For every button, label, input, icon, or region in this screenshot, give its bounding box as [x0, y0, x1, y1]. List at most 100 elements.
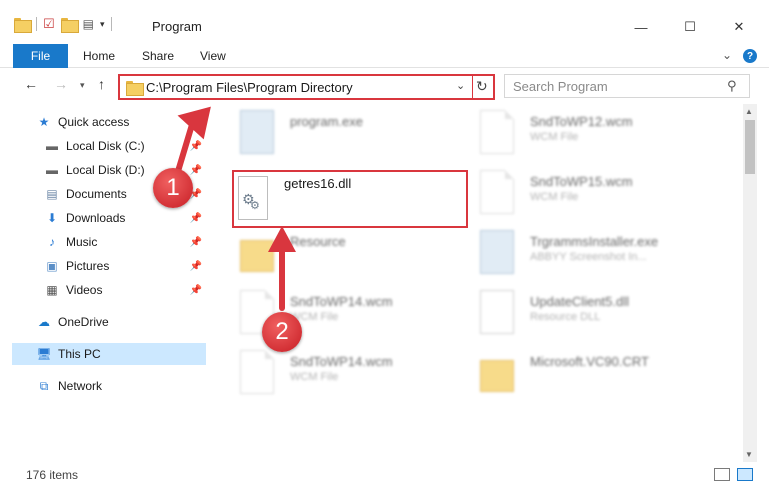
step-2-badge: 2	[262, 312, 302, 352]
file-type: WCM File	[530, 131, 579, 143]
search-icon[interactable]: ⚲	[727, 78, 737, 94]
properties-icon[interactable]: ☑	[43, 16, 55, 32]
window-title: Program	[152, 19, 202, 34]
file-item[interactable]: Resource	[232, 226, 472, 284]
file-name: Resource	[290, 234, 346, 249]
file-item[interactable]: SndToWP14.wcm WCM File	[232, 346, 472, 404]
tab-share[interactable]: Share	[142, 44, 174, 68]
address-path[interactable]: C:\Program Files\Program Directory	[146, 80, 353, 95]
scrollbar-thumb[interactable]	[745, 120, 755, 174]
file-name: SndToWP14.wcm	[290, 294, 393, 309]
large-icons-view-icon[interactable]	[737, 468, 753, 481]
tab-home[interactable]: Home	[83, 44, 115, 68]
file-type: Resource DLL	[530, 311, 601, 323]
pin-icon[interactable]: 📌	[190, 165, 202, 176]
nav-item-local-disk-c[interactable]: ▬ Local Disk (C:) 📌	[44, 135, 206, 157]
maximize-button[interactable]: ☐	[667, 12, 713, 42]
up-arrow-icon[interactable]: ↑	[98, 76, 105, 92]
installer-icon	[480, 230, 514, 274]
new-folder-icon[interactable]	[60, 17, 79, 33]
nav-item-downloads[interactable]: ⬇ Downloads 📌	[44, 207, 206, 229]
nav-item-videos[interactable]: ▦ Videos 📌	[44, 279, 206, 301]
nav-item-label: Quick access	[58, 115, 130, 129]
address-dropdown-icon[interactable]: ⌄	[456, 79, 465, 92]
nav-item-label: Pictures	[66, 259, 110, 273]
videos-icon: ▦	[46, 283, 58, 297]
minimize-button[interactable]: —	[618, 12, 664, 42]
tab-file[interactable]: File	[13, 44, 68, 68]
pin-icon[interactable]: 📌	[190, 261, 202, 272]
file-name: UpdateClient5.dll	[530, 294, 630, 309]
gear-icon: ⚙	[250, 200, 260, 212]
navigation-bar: ← → ▾ ↑ C:\Program Files\Program Directo…	[0, 68, 769, 104]
refresh-icon[interactable]: ↻	[476, 78, 488, 95]
toolbar-separator	[110, 17, 112, 31]
nav-item-label: Videos	[66, 283, 103, 297]
view-options-icon[interactable]: ▤	[83, 17, 94, 31]
navigation-pane: ★ Quick access ▬ Local Disk (C:) 📌 ▬ Loc…	[0, 104, 212, 462]
dll-file-icon	[480, 290, 514, 334]
star-icon: ★	[38, 115, 50, 129]
tab-view[interactable]: View	[200, 44, 226, 68]
file-type: WCM File	[290, 371, 339, 383]
search-placeholder: Search Program	[513, 79, 608, 94]
pin-icon[interactable]: 📌	[190, 237, 202, 248]
file-item[interactable]: UpdateClient5.dll Resource DLL	[472, 286, 712, 344]
pin-icon[interactable]: 📌	[190, 141, 202, 152]
expand-ribbon-button[interactable]: ⌄	[722, 48, 732, 62]
file-item[interactable]: program.exe	[232, 106, 472, 164]
address-folder-icon	[126, 81, 144, 96]
nav-item-label: Music	[66, 235, 98, 249]
help-icon[interactable]: ?	[743, 49, 757, 63]
address-separator	[472, 76, 473, 98]
title-bar: ☑ ▤ ▾ Program — ☐ ✕	[0, 0, 769, 44]
step-1-badge: 1	[153, 168, 193, 208]
drive-icon: ▬	[46, 139, 58, 153]
nav-item-onedrive[interactable]: ☁ OneDrive	[36, 311, 206, 333]
toolbar-separator	[36, 17, 37, 31]
nav-item-this-pc[interactable]: 🖥 This PC	[12, 343, 206, 365]
nav-item-network[interactable]: ⧉ Network	[36, 375, 206, 397]
documents-icon: ▤	[46, 187, 58, 201]
recent-locations-icon[interactable]: ▾	[80, 80, 85, 91]
customize-toolbar-icon[interactable]: ▾	[100, 19, 105, 30]
status-bar: 176 items	[0, 462, 769, 488]
back-arrow-icon[interactable]: ←	[24, 76, 38, 92]
details-view-icon[interactable]	[714, 468, 730, 481]
scroll-down-arrow-icon[interactable]: ▼	[745, 450, 753, 459]
file-name: program.exe	[290, 114, 363, 129]
file-type: WCM File	[530, 191, 579, 203]
search-box[interactable]: Search Program ⚲	[504, 74, 750, 98]
file-item[interactable]: Microsoft.VC90.CRT	[472, 346, 712, 404]
file-name: SndToWP15.wcm	[530, 174, 633, 189]
nav-item-pictures[interactable]: ▣ Pictures 📌	[44, 255, 206, 277]
file-list: program.exe SndToWP12.wcm WCM File SndTo…	[212, 104, 743, 462]
nav-item-quick-access[interactable]: ★ Quick access	[36, 111, 230, 133]
forward-arrow-icon[interactable]: →	[54, 76, 68, 92]
scroll-up-arrow-icon[interactable]: ▲	[745, 107, 753, 116]
file-name: getres16.dll	[284, 176, 352, 191]
ribbon-tabs: File Home Share View ⌄ ?	[0, 44, 769, 68]
address-bar[interactable]: C:\Program Files\Program Directory ⌄ ↻	[118, 74, 495, 100]
pin-icon[interactable]: 📌	[190, 285, 202, 296]
network-icon: ⧉	[39, 378, 49, 393]
nav-item-label: Local Disk (C:)	[66, 139, 145, 153]
file-item[interactable]: TrgrammsInstaller.exe ABBYY Screenshot I…	[472, 226, 712, 284]
file-name: Microsoft.VC90.CRT	[530, 354, 649, 369]
highlighted-file-item[interactable]: ⚙ ⚙ getres16.dll	[232, 170, 468, 228]
pin-icon[interactable]: 📌	[190, 213, 202, 224]
file-name: SndToWP12.wcm	[530, 114, 633, 129]
document-file-icon	[240, 350, 274, 394]
vertical-scrollbar[interactable]: ▲ ▼	[743, 104, 757, 462]
nav-item-music[interactable]: ♪ Music 📌	[44, 231, 206, 253]
folder-icon[interactable]	[14, 17, 32, 33]
folder-icon	[480, 360, 514, 392]
document-file-icon	[480, 110, 514, 154]
file-item[interactable]: SndToWP15.wcm WCM File	[472, 166, 712, 224]
music-icon: ♪	[49, 235, 55, 249]
file-item[interactable]: SndToWP12.wcm WCM File	[472, 106, 712, 164]
close-button[interactable]: ✕	[716, 12, 762, 42]
nav-item-label: Documents	[66, 187, 127, 201]
nav-item-label: This PC	[58, 347, 101, 361]
item-count: 176 items	[26, 468, 79, 482]
